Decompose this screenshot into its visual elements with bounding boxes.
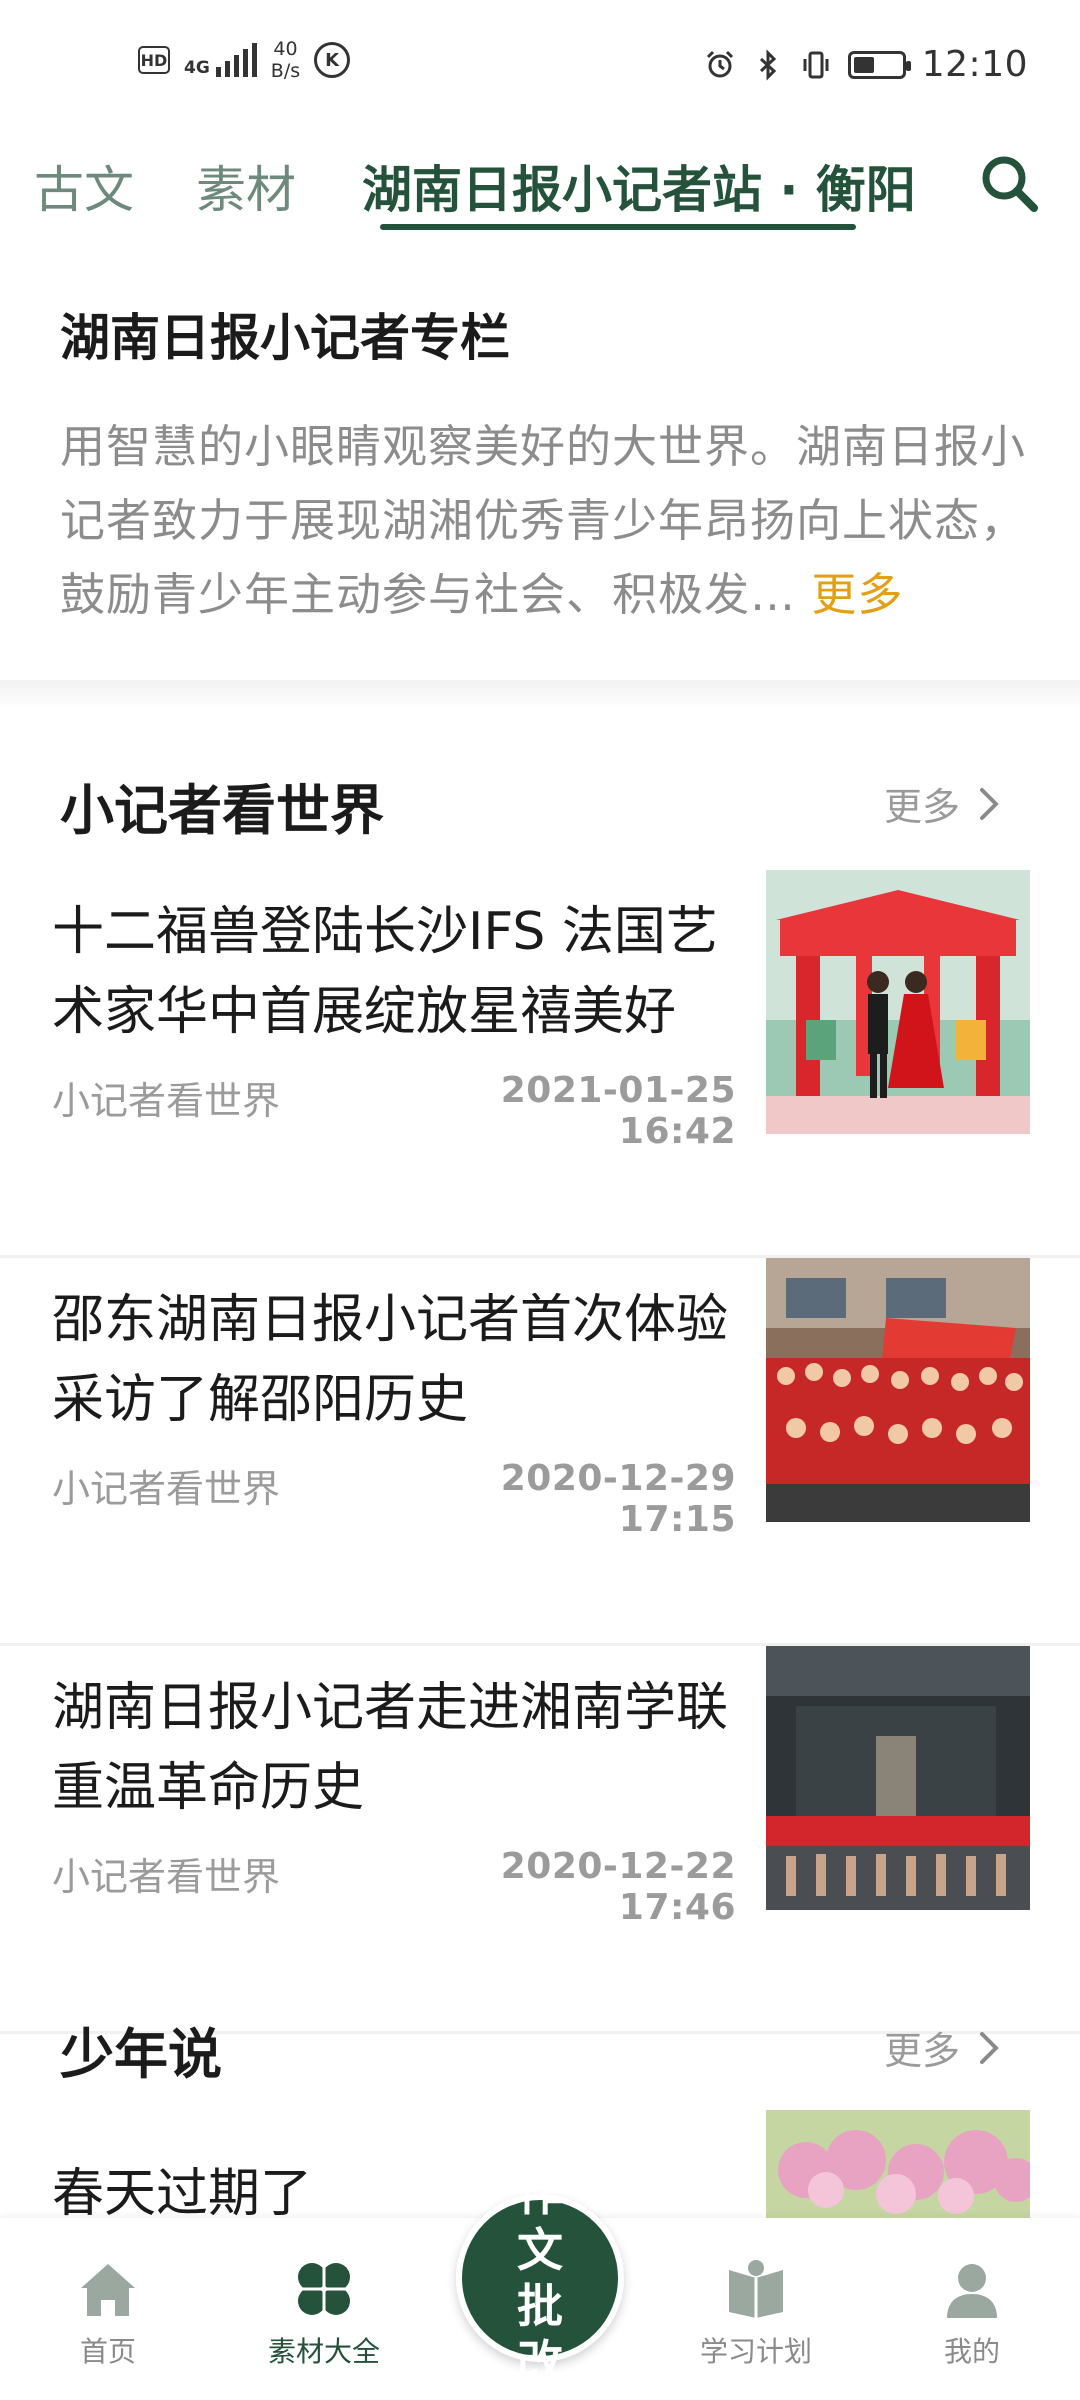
- section-header-youth: 少年说 更多: [0, 2010, 1080, 2100]
- article-date: 2021-01-25 16:42: [500, 1070, 736, 1152]
- expand-more-link[interactable]: 更多: [811, 568, 903, 621]
- network-type: 4G: [184, 58, 210, 78]
- column-description: 用智慧的小眼睛观察美好的大世界。湖南日报小记者致力于展现湖湘优秀青少年昂扬向上状…: [60, 410, 1030, 632]
- article-thumbnail: [766, 870, 1030, 1134]
- tab-hunan-daily-hengyang[interactable]: 湖南日报小记者站 · 衡阳: [362, 150, 916, 222]
- article-date: 2020-12-22 17:46: [500, 1846, 736, 1928]
- home-icon: [81, 2264, 135, 2316]
- nav-home[interactable]: 首页: [28, 2256, 188, 2370]
- article-title: 湖南日报小记者走进湘南学联重温革命历史: [52, 1678, 729, 1818]
- article-card[interactable]: 湖南日报小记者走进湘南学联重温革命历史 小记者看世界 2020-12-22 17…: [0, 1646, 1080, 2034]
- nav-label: 我的: [943, 2335, 1000, 2368]
- section-title: 少年说: [60, 2023, 222, 2086]
- essay-correction-label: 作文批改: [517, 2167, 577, 2389]
- article-category: 小记者看世界: [52, 1855, 281, 1899]
- tab-guwen[interactable]: 古文: [34, 150, 134, 222]
- section-header-world: 小记者看世界 更多: [0, 766, 1080, 856]
- nav-label: 素材大全: [267, 2335, 380, 2368]
- chevron-right-icon: [980, 787, 999, 820]
- article-thumbnail: [766, 1258, 1030, 1522]
- article-title: 邵东湖南日报小记者首次体验采访了解邵阳历史: [52, 1290, 729, 1430]
- article-category: 小记者看世界: [52, 1079, 281, 1123]
- article-card[interactable]: 十二福兽登陆长沙IFS 法国艺术家华中首展绽放星禧美好 小记者看世界 2021-…: [0, 870, 1080, 1258]
- nav-label: 学习计划: [699, 2335, 812, 2368]
- section-title: 小记者看世界: [60, 779, 384, 842]
- section-more-button[interactable]: 更多: [884, 2020, 1000, 2075]
- more-label: 更多: [883, 785, 960, 829]
- status-bar: HD 4G 40 B/s K 12:10: [0, 0, 1080, 130]
- signal-icon: [215, 43, 257, 77]
- nav-profile[interactable]: 我的: [892, 2256, 1052, 2370]
- user-icon: [947, 2264, 997, 2318]
- nav-study-plan[interactable]: 学习计划: [676, 2256, 836, 2370]
- section-more-button[interactable]: 更多: [884, 776, 1000, 831]
- nav-label: 首页: [79, 2335, 136, 2368]
- speed-value: 40: [273, 38, 298, 60]
- article-title: 春天过期了: [52, 2164, 313, 2218]
- essay-correction-button[interactable]: 作文批改: [456, 2167, 624, 2389]
- speed-unit: B/s: [270, 60, 301, 82]
- bluetooth-icon: [759, 48, 776, 81]
- clock: 12:10: [921, 44, 1028, 85]
- battery-icon: [847, 50, 911, 79]
- vibrate-icon: [803, 51, 829, 78]
- chevron-right-icon: [980, 2031, 999, 2064]
- more-label: 更多: [883, 2029, 960, 2073]
- active-tab-indicator: [380, 224, 856, 230]
- nav-materials[interactable]: 素材大全: [244, 2256, 404, 2370]
- article-date: 2020-12-29 17:15: [500, 1458, 736, 1540]
- book-icon: [729, 2260, 783, 2318]
- k-badge-icon: K: [314, 42, 351, 78]
- clover-icon: [297, 2262, 351, 2316]
- tab-sucai[interactable]: 素材: [196, 150, 296, 222]
- article-thumbnail: [766, 2110, 1030, 2218]
- article-card[interactable]: 邵东湖南日报小记者首次体验采访了解邵阳历史 小记者看世界 2020-12-29 …: [0, 1258, 1080, 1646]
- column-title: 湖南日报小记者专栏: [60, 309, 510, 367]
- network-speed: 40 B/s: [271, 38, 300, 82]
- article-thumbnail: [766, 1646, 1030, 1910]
- status-left: HD 4G 40 B/s K: [138, 38, 351, 82]
- hd-badge: HD: [138, 46, 170, 74]
- status-right: 12:10: [704, 44, 1028, 85]
- article-category: 小记者看世界: [52, 1467, 281, 1511]
- alarm-icon: [706, 50, 733, 77]
- section-divider: [0, 680, 1080, 710]
- search-icon[interactable]: [974, 148, 1044, 218]
- article-title: 十二福兽登陆长沙IFS 法国艺术家华中首展绽放星禧美好: [52, 902, 718, 1042]
- top-tabs: 古文 素材 湖南日报小记者站 · 衡阳: [0, 140, 1080, 240]
